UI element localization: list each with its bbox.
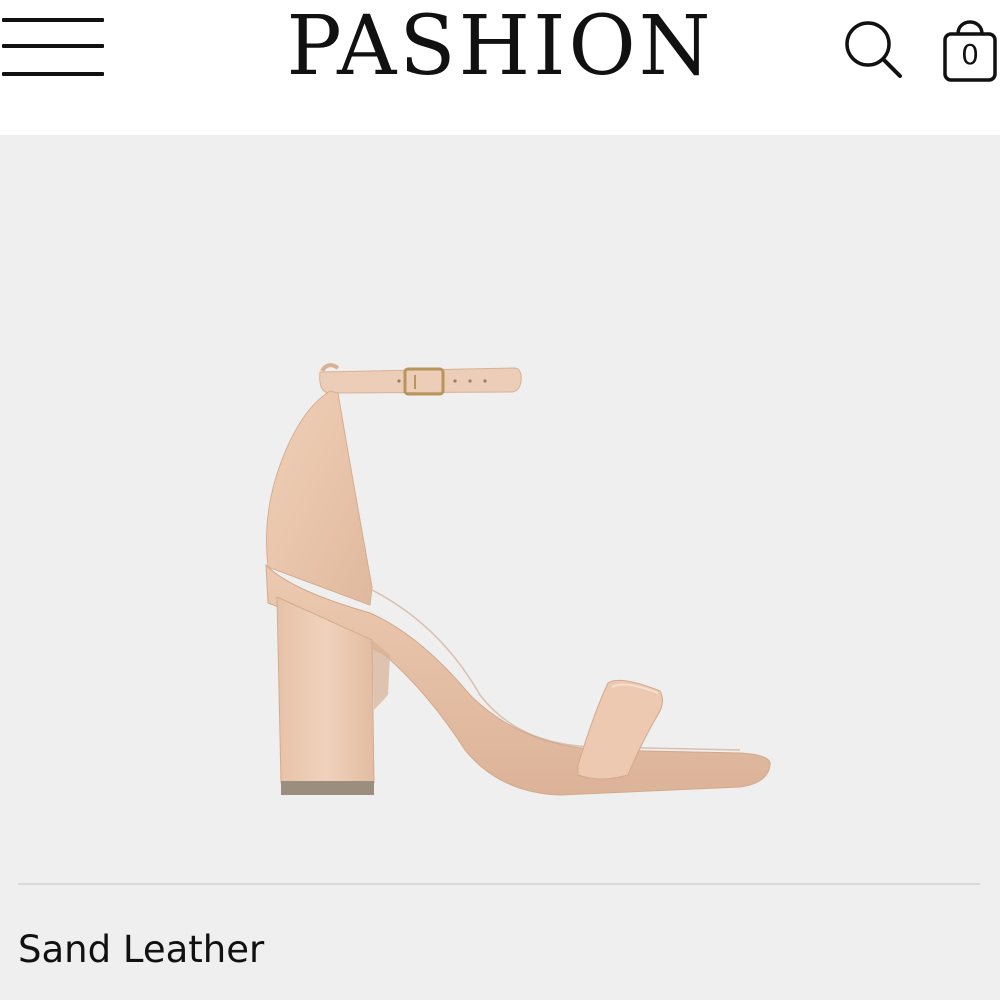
product-page: PASHION 0 Sand Leather (0, 0, 1000, 1000)
product-image[interactable] (0, 135, 1000, 880)
search-icon[interactable] (840, 16, 906, 82)
site-header: PASHION 0 (0, 0, 1000, 135)
divider (18, 883, 980, 885)
menu-line (2, 44, 104, 48)
product-name: Sand Leather (18, 928, 265, 971)
menu-line (2, 18, 104, 22)
cart-count-badge: 0 (961, 38, 979, 71)
menu-line (2, 72, 104, 76)
shopping-bag-icon[interactable]: 0 (940, 12, 1000, 84)
hamburger-menu-icon[interactable] (2, 16, 104, 80)
brand-logo[interactable]: PASHION (260, 2, 740, 92)
